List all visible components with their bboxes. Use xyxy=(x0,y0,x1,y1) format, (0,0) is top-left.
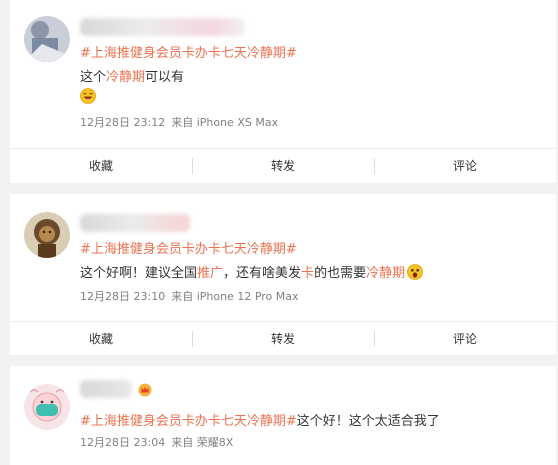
emoji-line xyxy=(80,86,96,105)
post-line: #上海推健身会员卡办卡七天冷静期#这个好！这个太适合我了 xyxy=(80,410,440,429)
keyword-link[interactable]: 卡 xyxy=(301,266,314,281)
crown-icon xyxy=(138,383,152,397)
post-source: 来自 iPhone XS Max xyxy=(171,116,279,129)
post-card: #上海推健身会员卡办卡七天冷静期# 这个冷静期可以有 12月28日 23:12 来… xyxy=(10,0,556,183)
post-text: 这个冷静期可以有 xyxy=(80,70,185,85)
post-timestamp[interactable]: 12月28日 23:04 xyxy=(80,436,165,449)
laughing-emoji-icon xyxy=(80,88,96,104)
avatar[interactable] xyxy=(24,16,70,62)
post-action-bar: 收藏 转发 评论 xyxy=(10,321,556,356)
post-card: #上海推健身会员卡办卡七天冷静期# 这个好啊！建议全国推广，还有啥美发卡的也需要… xyxy=(10,194,556,355)
comment-feed: #上海推健身会员卡办卡七天冷静期# 这个冷静期可以有 12月28日 23:12 来… xyxy=(0,0,558,465)
post-meta: 12月28日 23:04 来自 荣耀8X xyxy=(80,434,233,450)
username-blurred[interactable] xyxy=(80,214,190,232)
shocked-emoji-icon xyxy=(407,264,423,280)
avatar[interactable] xyxy=(24,212,70,258)
keyword-link[interactable]: 冷静期 xyxy=(366,266,405,281)
comment-button[interactable]: 评论 xyxy=(374,322,556,356)
hashtag-link[interactable]: #上海推健身会员卡办卡七天冷静期# xyxy=(80,238,297,257)
username-blurred[interactable] xyxy=(80,380,132,398)
post-meta: 12月28日 23:10 来自 iPhone 12 Pro Max xyxy=(80,288,299,304)
repost-button[interactable]: 转发 xyxy=(192,322,374,356)
comment-button[interactable]: 评论 xyxy=(374,149,556,183)
post-timestamp[interactable]: 12月28日 23:12 xyxy=(80,116,165,129)
post-source: 来自 荣耀8X xyxy=(171,436,234,449)
avatar[interactable] xyxy=(24,384,70,430)
post-meta: 12月28日 23:12 来自 iPhone XS Max xyxy=(80,114,278,130)
post-card: #上海推健身会员卡办卡七天冷静期#这个好！这个太适合我了 12月28日 23:0… xyxy=(10,366,556,465)
repost-button[interactable]: 转发 xyxy=(192,149,374,183)
post-text: 这个好！这个太适合我了 xyxy=(296,414,440,429)
username-blurred[interactable] xyxy=(80,18,245,36)
post-text: 这个好啊！建议全国推广，还有啥美发卡的也需要冷静期 xyxy=(80,262,423,281)
post-action-bar: 收藏 转发 评论 xyxy=(10,148,556,183)
hashtag-link[interactable]: #上海推健身会员卡办卡七天冷静期# xyxy=(80,42,297,61)
hashtag-link[interactable]: #上海推健身会员卡办卡七天冷静期# xyxy=(80,414,297,429)
collect-button[interactable]: 收藏 xyxy=(10,149,192,183)
collect-button[interactable]: 收藏 xyxy=(10,322,192,356)
post-timestamp[interactable]: 12月28日 23:10 xyxy=(80,290,165,303)
keyword-link[interactable]: 冷静期 xyxy=(106,70,145,85)
post-source: 来自 iPhone 12 Pro Max xyxy=(171,290,299,303)
keyword-link[interactable]: 推广 xyxy=(197,266,223,281)
